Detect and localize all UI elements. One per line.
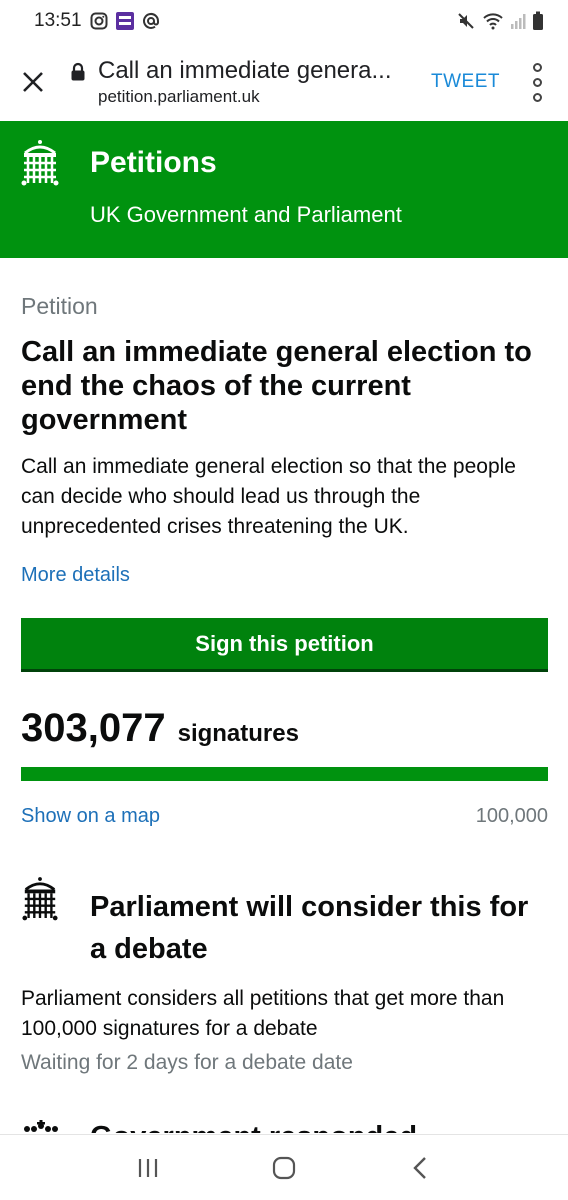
recent-apps-icon <box>138 1158 158 1177</box>
signature-progress-fill <box>21 767 548 781</box>
recent-apps-button[interactable] <box>128 1148 168 1188</box>
battery-icon <box>532 11 544 31</box>
signature-progress-bar <box>21 767 548 781</box>
signal-icon <box>510 12 526 30</box>
home-button[interactable] <box>264 1148 304 1188</box>
petition-title: Call an immediate general election to en… <box>21 336 532 436</box>
at-icon <box>142 12 160 30</box>
more-details-link[interactable]: More details <box>21 564 130 587</box>
portcullis-logo-icon[interactable] <box>20 139 60 192</box>
lock-icon <box>66 62 90 82</box>
debate-description: Parliament considers all petitions that … <box>21 987 505 1040</box>
signature-threshold: 100,000 <box>475 805 548 827</box>
portcullis-icon <box>21 876 59 927</box>
back-icon <box>413 1156 426 1179</box>
debate-heading: Parliament will consider this for a deba… <box>90 891 529 965</box>
site-subtitle: UK Government and Parliament <box>90 202 402 227</box>
site-title[interactable]: Petitions <box>90 146 217 180</box>
debate-status: Waiting for 2 days for a debate date <box>21 1051 353 1074</box>
signature-label: signatures <box>177 720 299 747</box>
site-header: Petitions UK Government and Parliament <box>0 121 568 258</box>
page-title: Call an immediate genera... <box>98 57 392 84</box>
more-options-icon[interactable] <box>522 62 552 102</box>
url-block[interactable]: Call an immediate genera... petition.par… <box>98 57 431 107</box>
government-response-heading: Government responded <box>90 1120 417 1133</box>
back-button[interactable] <box>400 1148 440 1188</box>
signature-count: 303,077 <box>21 706 166 750</box>
mute-icon <box>456 11 476 31</box>
tweet-button[interactable]: TWEET <box>431 71 500 93</box>
status-time: 13:51 <box>34 10 82 31</box>
status-bar: 13:51 <box>0 0 568 42</box>
system-navigation-bar <box>0 1134 568 1200</box>
home-icon <box>272 1156 296 1179</box>
sign-petition-button[interactable]: Sign this petition <box>21 618 548 669</box>
url-host: petition.parliament.uk <box>98 87 260 106</box>
close-icon <box>23 72 43 92</box>
petition-kicker: Petition <box>21 293 98 319</box>
petition-summary: Call an immediate general election so th… <box>21 455 516 538</box>
instagram-icon <box>90 12 108 30</box>
show-on-map-link[interactable]: Show on a map <box>21 805 160 828</box>
app-2020-icon <box>115 12 134 30</box>
close-tab-button[interactable] <box>0 42 66 122</box>
signature-count-row: 303,077 signatures <box>21 706 299 751</box>
wifi-icon <box>482 12 504 30</box>
browser-toolbar: Call an immediate genera... petition.par… <box>0 42 568 122</box>
